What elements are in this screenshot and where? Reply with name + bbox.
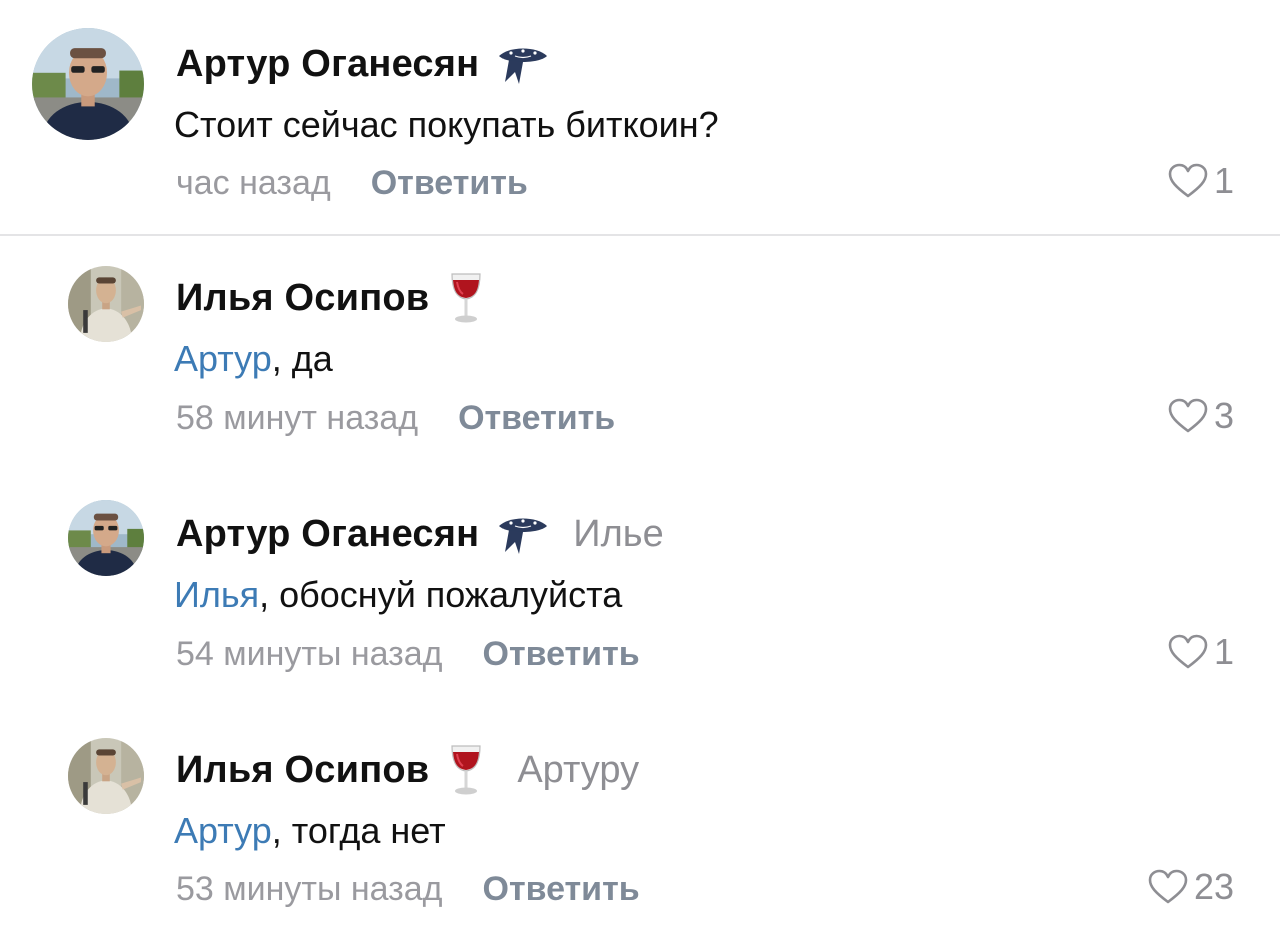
reply-to-user[interactable]: Артуру	[517, 749, 639, 792]
avatar-artur[interactable]	[32, 28, 144, 140]
comment-meta: 58 минут назад Ответить	[176, 399, 615, 438]
comment-body: Стоит сейчас покупать биткоин?	[174, 104, 719, 145]
like-count: 1	[1213, 631, 1234, 672]
comment-header: Артур Оганесян Илье	[176, 510, 664, 558]
comment-1: Артур Оганесян Стоит сейчас покупать бит…	[0, 0, 1280, 234]
author-name[interactable]: Илья Осипов	[176, 749, 429, 792]
comment-header: Илья Осипов	[176, 272, 483, 324]
comment-4: Илья Осипов Артуру Артур, тогда нет 53 м…	[0, 708, 1280, 939]
like-button[interactable]: 23	[1148, 866, 1234, 908]
avatar-ilya[interactable]	[68, 738, 144, 814]
heart-icon	[1168, 163, 1208, 198]
comment-text: Стоит сейчас покупать биткоин?	[174, 104, 719, 146]
avatar-ilya[interactable]	[68, 266, 144, 342]
bandana-icon	[495, 512, 551, 556]
reply-button[interactable]: Ответить	[458, 399, 615, 438]
bandana-icon	[495, 42, 551, 86]
comment-body: , тогда нет	[271, 810, 446, 851]
timestamp: 53 минуты назад	[176, 870, 443, 908]
comment-header: Илья Осипов Артуру	[176, 744, 639, 796]
mention-link[interactable]: Илья	[174, 574, 259, 615]
comment-body: , обоснуй пожалуйста	[259, 574, 623, 615]
comment-meta: 54 минуты назад Ответить	[176, 635, 640, 674]
mention-link[interactable]: Артур	[174, 338, 272, 379]
comment-text: Артур, да	[174, 338, 333, 380]
comment-2: Илья Осипов Артур, да 58 минут назад Отв…	[0, 236, 1280, 472]
heart-icon	[1148, 869, 1188, 904]
reply-button[interactable]: Ответить	[483, 635, 640, 674]
comment-header: Артур Оганесян	[176, 40, 551, 88]
comment-body: , да	[271, 338, 333, 379]
timestamp: час назад	[176, 164, 331, 202]
like-count: 3	[1213, 395, 1234, 436]
reply-button[interactable]: Ответить	[483, 870, 640, 909]
comment-meta: час назад Ответить	[176, 164, 528, 203]
like-button[interactable]: 3	[1168, 395, 1234, 437]
like-count: 23	[1193, 866, 1234, 907]
reply-to-user[interactable]: Илье	[573, 513, 663, 556]
like-count: 1	[1213, 160, 1234, 201]
avatar-artur[interactable]	[68, 500, 144, 576]
heart-icon	[1168, 398, 1208, 433]
author-name[interactable]: Артур Оганесян	[176, 43, 479, 86]
reply-button[interactable]: Ответить	[371, 164, 528, 203]
wine-glass-icon	[449, 272, 483, 324]
comment-text: Артур, тогда нет	[174, 810, 446, 852]
comment-text: Илья, обоснуй пожалуйста	[174, 574, 622, 616]
comment-meta: 53 минуты назад Ответить	[176, 870, 640, 909]
comment-3: Артур Оганесян Илье Илья, обоснуй пожалу…	[0, 472, 1280, 708]
like-button[interactable]: 1	[1168, 160, 1234, 202]
author-name[interactable]: Илья Осипов	[176, 277, 429, 320]
heart-icon	[1168, 634, 1208, 669]
wine-glass-icon	[449, 744, 483, 796]
like-button[interactable]: 1	[1168, 631, 1234, 673]
timestamp: 54 минуты назад	[176, 635, 443, 673]
timestamp: 58 минут назад	[176, 399, 419, 437]
author-name[interactable]: Артур Оганесян	[176, 513, 479, 556]
mention-link[interactable]: Артур	[174, 810, 272, 851]
